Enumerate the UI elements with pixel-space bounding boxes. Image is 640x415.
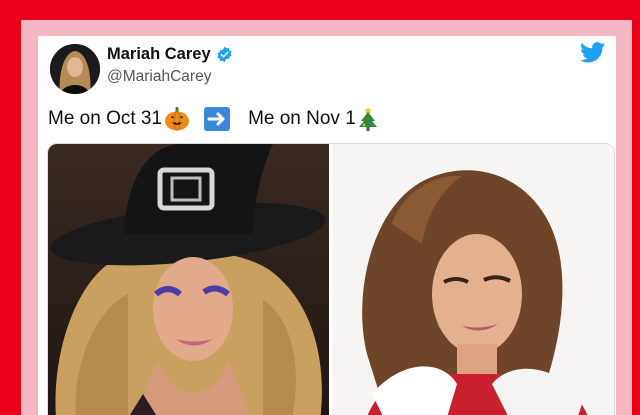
- tweet-media[interactable]: [47, 143, 615, 415]
- pumpkin-emoji: [164, 107, 190, 131]
- christmas-tree-emoji: [358, 106, 378, 132]
- right-arrow-emoji: [204, 107, 231, 131]
- verified-badge-icon: [216, 46, 233, 63]
- author-name-text[interactable]: Mariah Carey: [107, 45, 211, 64]
- tweet-text: Me on Oct 31 Me on Nov 1: [48, 106, 380, 132]
- tweet-card: Mariah Carey @MariahCarey Me on Oct 31 M…: [38, 36, 616, 415]
- christmas-photo[interactable]: [332, 144, 614, 415]
- outer-frame: Mariah Carey @MariahCarey Me on Oct 31 M…: [21, 20, 632, 415]
- tweet-text-part2: Me on Nov 1: [248, 108, 356, 129]
- author-name[interactable]: Mariah Carey: [107, 45, 233, 64]
- halloween-photo[interactable]: [48, 144, 329, 415]
- tweet-text-part1: Me on Oct 31: [48, 108, 163, 129]
- avatar[interactable]: [50, 44, 100, 94]
- author-handle[interactable]: @MariahCarey: [107, 68, 211, 86]
- twitter-bird-icon[interactable]: [580, 42, 605, 63]
